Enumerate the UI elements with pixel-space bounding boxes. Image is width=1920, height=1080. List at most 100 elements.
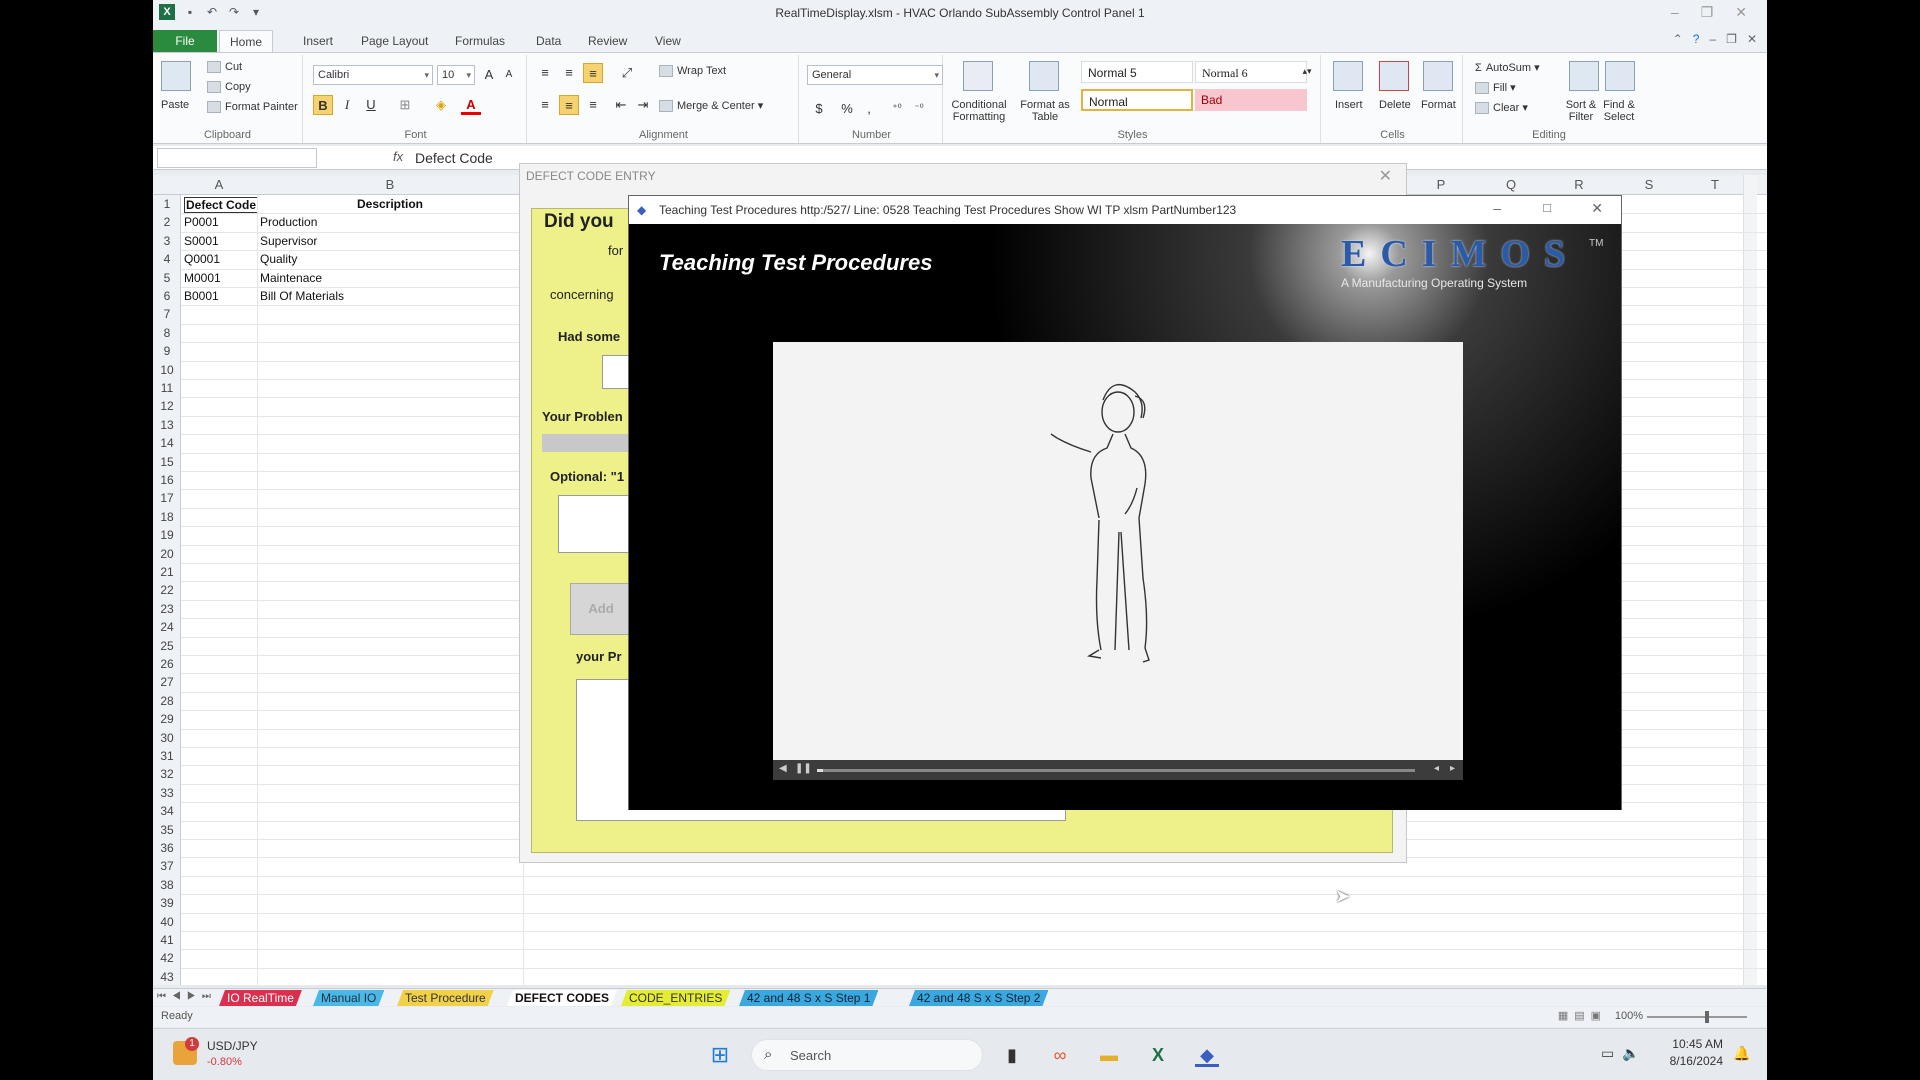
decrease-decimal-icon[interactable]: ⁻⁰ [909, 99, 929, 119]
insert-button[interactable]: Insert [1335, 99, 1363, 111]
column-header-s[interactable]: S [1629, 177, 1669, 192]
decrease-indent-icon[interactable]: ⇤ [611, 95, 631, 115]
style-bad[interactable]: Bad [1195, 89, 1307, 111]
conditional-formatting-button[interactable]: Conditional Formatting [947, 99, 1011, 123]
file-explorer-icon[interactable]: ▬ [1097, 1043, 1121, 1067]
tab-insert[interactable]: Insert [293, 30, 343, 52]
borders-icon[interactable]: ⊞ [395, 95, 415, 115]
align-bottom-icon[interactable]: ≡ [583, 63, 603, 83]
increase-decimal-icon[interactable]: ⁺⁰ [887, 99, 907, 119]
tab-view[interactable]: View [645, 30, 691, 52]
sort-filter-icon[interactable] [1569, 61, 1599, 91]
restore-icon[interactable]: ❐ [1701, 4, 1714, 21]
media-app-taskbar-icon[interactable]: ◆ [1195, 1043, 1219, 1067]
fill-button[interactable]: Fill ▾ [1475, 81, 1516, 95]
defect-optional-input[interactable] [558, 495, 632, 553]
column-header-q[interactable]: Q [1491, 177, 1531, 192]
row-header[interactable]: 6 [153, 289, 181, 303]
clock-time[interactable]: 10:45 AM [1665, 1037, 1723, 1051]
cell-b1[interactable]: Description [257, 197, 523, 211]
currency-button[interactable]: $ [809, 99, 829, 119]
close-icon[interactable]: ✕ [1735, 4, 1747, 21]
zoom-level[interactable]: 100% [1615, 1010, 1643, 1022]
pause-icon[interactable]: ❚❚ [795, 763, 812, 774]
row-header[interactable]: 20 [153, 547, 181, 561]
workbook-minimize-icon[interactable]: – [1709, 32, 1716, 46]
minimize-icon[interactable]: – [1671, 4, 1679, 21]
italic-button[interactable]: I [337, 95, 357, 115]
cut-button[interactable]: Cut [207, 61, 242, 74]
cell-defect-code[interactable]: M0001 [184, 271, 221, 285]
media-close-icon[interactable]: ✕ [1591, 200, 1603, 217]
row-header[interactable]: 19 [153, 528, 181, 542]
row-header[interactable]: 7 [153, 307, 181, 321]
row-header[interactable]: 10 [153, 363, 181, 377]
ticker-symbol[interactable]: USD/JPY [207, 1039, 258, 1053]
row-header[interactable]: 37 [153, 859, 181, 873]
paste-button[interactable]: Paste [161, 99, 189, 111]
row-header[interactable]: 9 [153, 344, 181, 358]
format-as-table-button[interactable]: Format as Table [1017, 99, 1073, 123]
align-middle-icon[interactable]: ≡ [559, 63, 579, 83]
cell-defect-code[interactable]: S0001 [184, 234, 219, 248]
task-view-icon[interactable]: ▮ [1000, 1043, 1024, 1067]
row-header[interactable]: 1 [153, 197, 181, 211]
wrap-text-button[interactable]: Wrap Text [659, 65, 726, 78]
row-header[interactable]: 29 [153, 712, 181, 726]
row-header[interactable]: 13 [153, 418, 181, 432]
row-header[interactable]: 24 [153, 620, 181, 634]
delete-cells-icon[interactable] [1379, 61, 1409, 91]
cell-description[interactable]: Supervisor [260, 234, 317, 248]
format-as-table-icon[interactable] [1029, 61, 1059, 91]
row-header[interactable]: 30 [153, 731, 181, 745]
find-select-button[interactable]: Find & Select [1601, 99, 1637, 123]
autosum-button[interactable]: Σ AutoSum ▾ [1475, 61, 1540, 74]
row-header[interactable]: 31 [153, 749, 181, 763]
column-header-b[interactable]: B [257, 177, 523, 192]
cell-defect-code[interactable]: B0001 [184, 289, 219, 303]
row-header[interactable]: 3 [153, 234, 181, 248]
column-header-t[interactable]: T [1695, 177, 1735, 192]
sheet-nav-arrows[interactable]: ⏮◀▶⏭ [157, 991, 217, 1002]
system-tray-icons[interactable]: ▭🔈 [1601, 1045, 1648, 1062]
cell-description[interactable]: Maintenace [260, 271, 322, 285]
row-header[interactable]: 41 [153, 933, 181, 947]
row-header[interactable]: 26 [153, 657, 181, 671]
row-header[interactable]: 11 [153, 381, 181, 395]
row-header[interactable]: 2 [153, 215, 181, 229]
orientation-icon[interactable]: ⤢ [617, 63, 637, 83]
vertical-scrollbar[interactable] [1743, 175, 1757, 985]
row-header[interactable]: 4 [153, 252, 181, 266]
row-header[interactable]: 12 [153, 399, 181, 413]
windows-start-icon[interactable]: ⊞ [708, 1043, 732, 1067]
sheet-tab[interactable]: IO RealTime [219, 990, 302, 1006]
row-header[interactable]: 8 [153, 326, 181, 340]
taskbar-search-box[interactable]: ⌕ Search [751, 1039, 983, 1071]
sheet-tab[interactable]: Test Procedure [397, 990, 494, 1006]
row-header[interactable]: 14 [153, 436, 181, 450]
format-button[interactable]: Format [1421, 99, 1456, 111]
defect-add-button[interactable]: Add [570, 583, 632, 635]
format-painter-button[interactable]: Format Painter [207, 101, 298, 114]
rewind-icon[interactable]: ◂ [1434, 763, 1439, 774]
volume-icon[interactable]: ◀ [779, 763, 787, 774]
row-header[interactable]: 27 [153, 675, 181, 689]
workbook-close-icon[interactable]: ✕ [1747, 32, 1757, 46]
name-box[interactable] [157, 148, 317, 168]
binoculars-icon[interactable] [1605, 61, 1635, 91]
view-buttons[interactable]: ▦▤▣ [1558, 1009, 1607, 1022]
zoom-slider[interactable] [1647, 1011, 1747, 1023]
cell-description[interactable]: Bill Of Materials [260, 289, 344, 303]
sheet-tab[interactable]: DEFECT CODES [507, 990, 617, 1006]
workbook-restore-icon[interactable]: ❐ [1726, 32, 1737, 46]
excel-taskbar-icon[interactable]: X [1146, 1043, 1170, 1067]
font-size-select[interactable]: 10 [437, 65, 475, 85]
row-header[interactable]: 22 [153, 583, 181, 597]
style-normal[interactable]: Normal [1081, 89, 1193, 111]
underline-button[interactable]: U [361, 95, 381, 115]
formula-input[interactable]: Defect Code [415, 150, 493, 166]
format-cells-icon[interactable] [1423, 61, 1453, 91]
copy-button[interactable]: Copy [207, 81, 251, 94]
percent-button[interactable]: % [837, 99, 857, 119]
shrink-font-icon[interactable]: A [499, 65, 519, 85]
